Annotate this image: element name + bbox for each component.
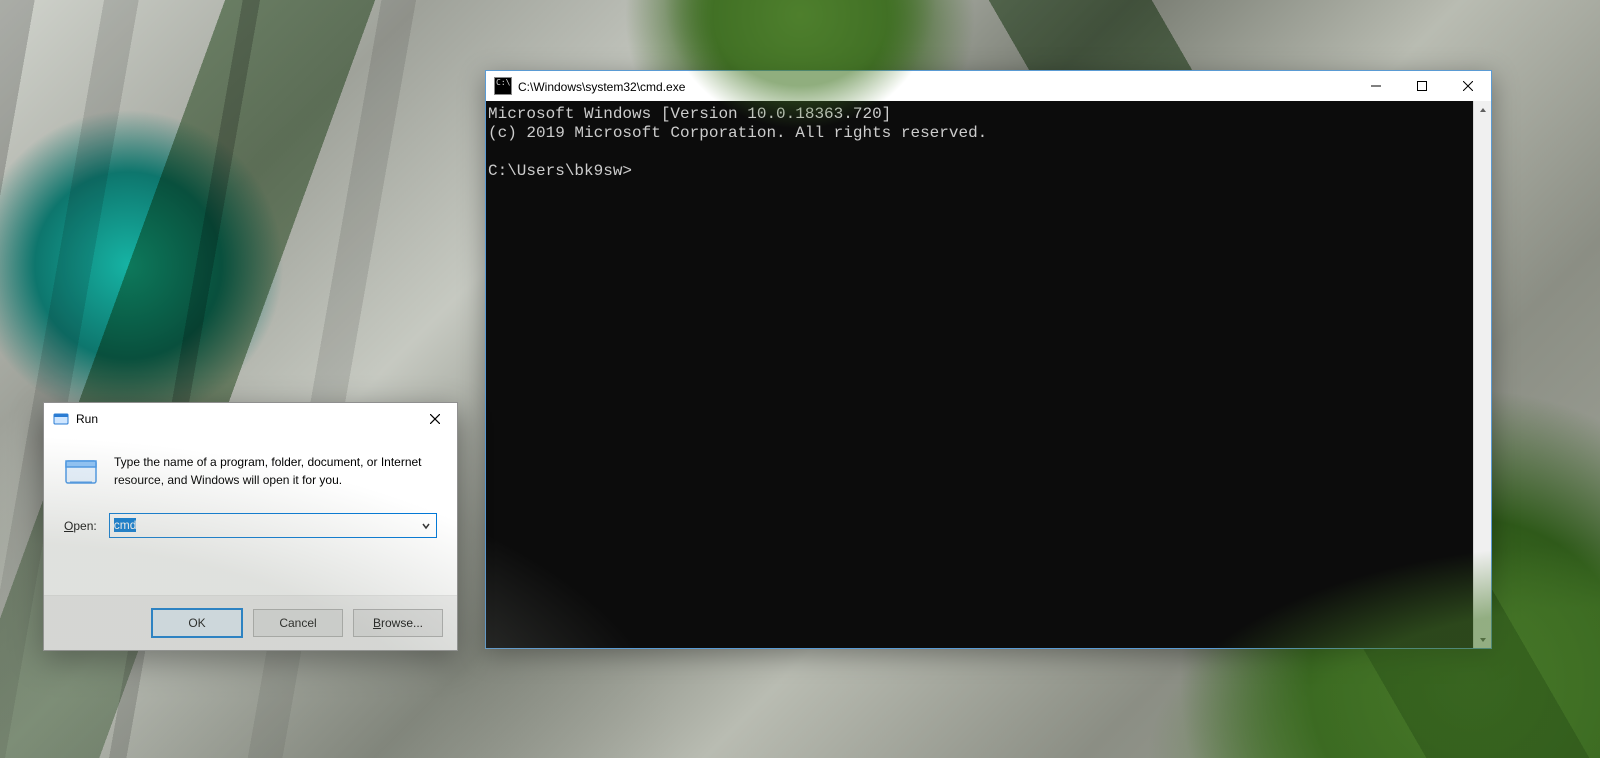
cmd-window: C:\Windows\system32\cmd.exe Microsoft Wi… [485, 70, 1492, 649]
chevron-down-icon[interactable] [416, 514, 436, 537]
run-dialog-title: Run [76, 412, 98, 426]
run-titlebar[interactable]: Run [44, 403, 457, 435]
run-open-combobox[interactable]: cmd [109, 513, 437, 538]
cmd-titlebar[interactable]: C:\Windows\system32\cmd.exe [486, 71, 1491, 101]
run-description: Type the name of a program, folder, docu… [114, 453, 437, 489]
run-body: Type the name of a program, folder, docu… [44, 435, 457, 595]
browse-button[interactable]: Browse... [353, 609, 443, 637]
run-app-icon [64, 455, 98, 489]
cmd-scrollbar[interactable] [1473, 101, 1491, 648]
run-open-label: Open: [64, 519, 97, 533]
run-footer: OK Cancel Browse... [44, 595, 457, 650]
run-icon [53, 411, 69, 427]
cancel-button[interactable]: Cancel [253, 609, 343, 637]
minimize-button[interactable] [1353, 71, 1399, 101]
close-button[interactable] [1445, 71, 1491, 101]
desktop-wallpaper: C:\Windows\system32\cmd.exe Microsoft Wi… [0, 0, 1600, 758]
window-controls [1353, 71, 1491, 101]
scroll-down-icon[interactable] [1474, 631, 1491, 648]
cmd-prompt: C:\Users\bk9sw> [488, 162, 632, 180]
run-dialog: Run Type the name of a program, folder, … [43, 402, 458, 651]
cmd-console[interactable]: Microsoft Windows [Version 10.0.18363.72… [486, 101, 1473, 648]
maximize-button[interactable] [1399, 71, 1445, 101]
cmd-line-version: Microsoft Windows [Version 10.0.18363.72… [488, 105, 891, 123]
cmd-body: Microsoft Windows [Version 10.0.18363.72… [486, 101, 1491, 648]
run-close-button[interactable] [412, 404, 457, 434]
ok-button[interactable]: OK [151, 608, 243, 638]
cmd-line-copyright: (c) 2019 Microsoft Corporation. All righ… [488, 124, 987, 142]
cmd-window-title: C:\Windows\system32\cmd.exe [518, 79, 1353, 94]
cmd-icon [494, 77, 512, 95]
run-open-value[interactable]: cmd [110, 515, 141, 536]
scroll-up-icon[interactable] [1474, 101, 1491, 118]
